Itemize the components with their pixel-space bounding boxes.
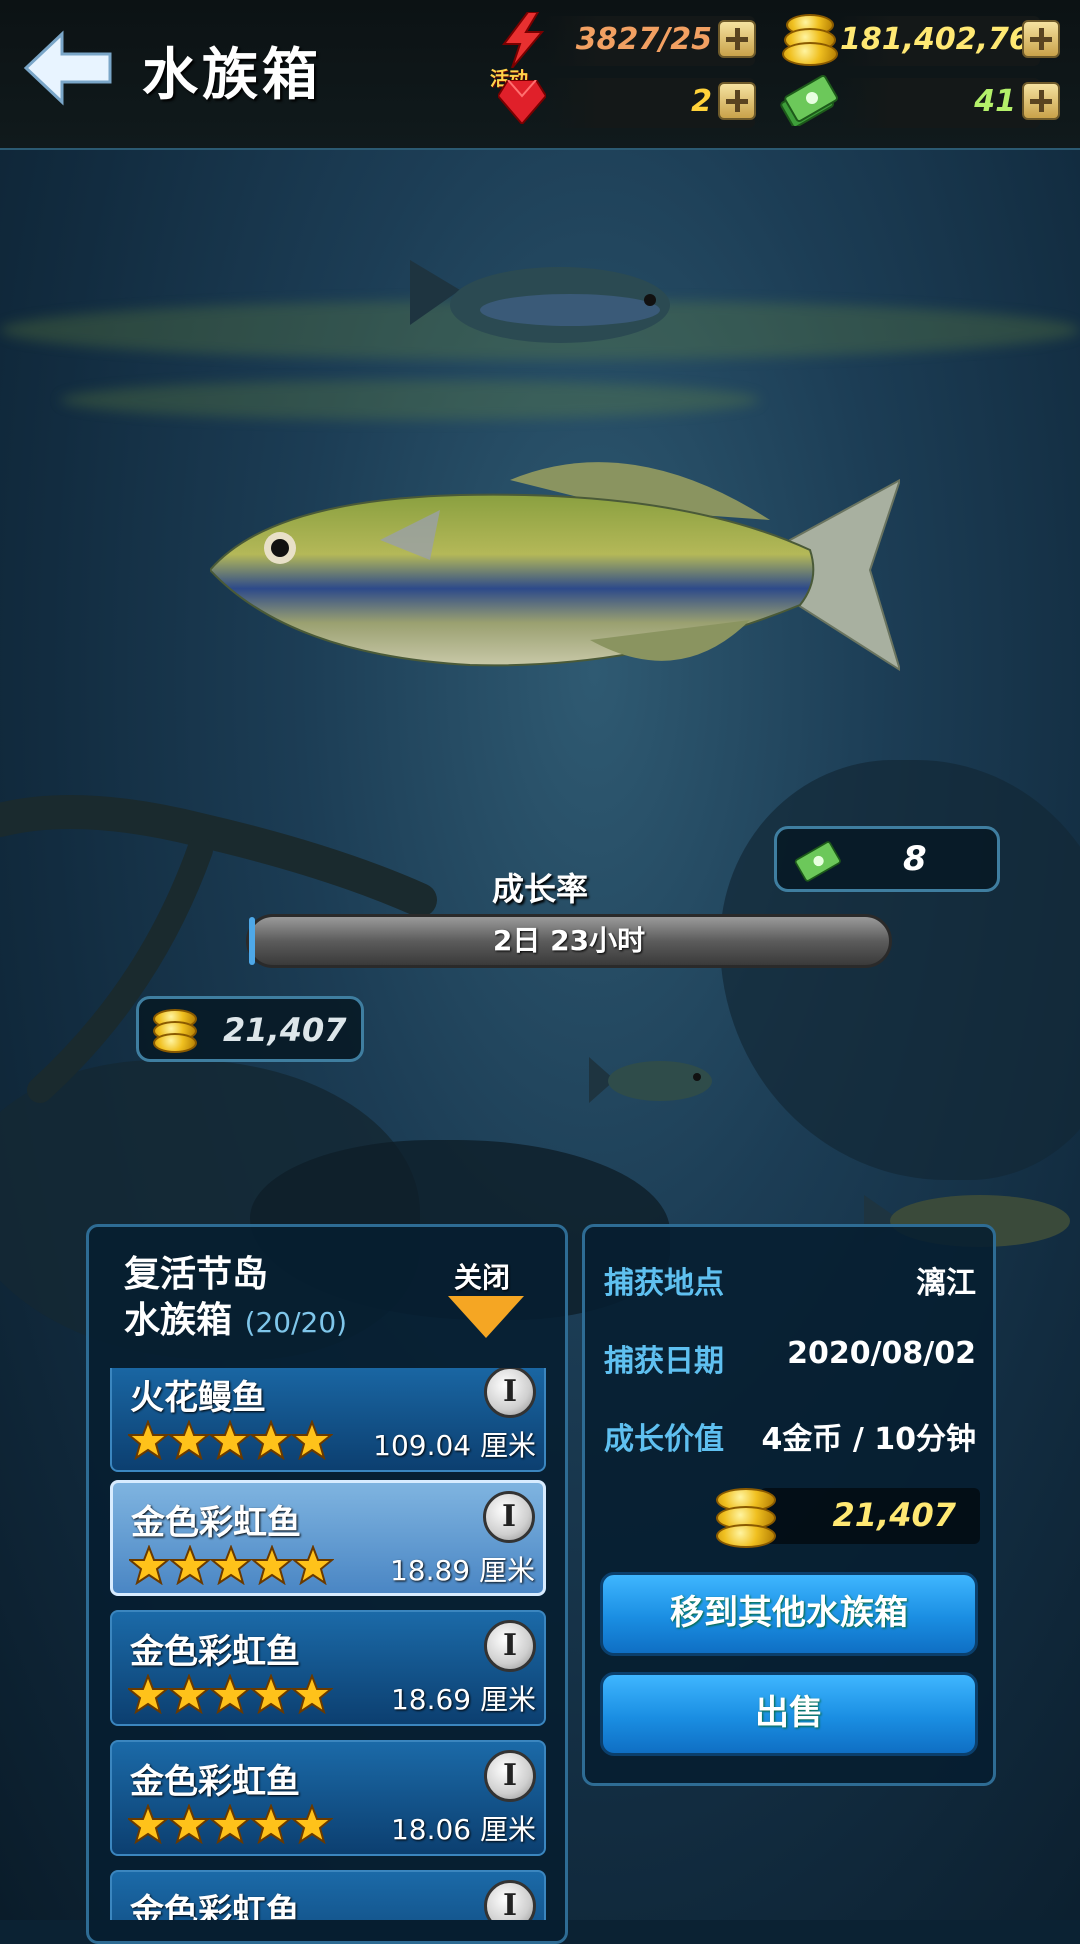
cash-icon — [780, 74, 838, 126]
info-icon[interactable]: I — [483, 1491, 535, 1543]
star-icon — [290, 1674, 333, 1714]
add-energy-button[interactable] — [718, 20, 756, 58]
star-icon — [167, 1674, 211, 1714]
background-fish — [410, 260, 670, 343]
eel-silhouette — [0, 795, 437, 1103]
star-icon — [128, 1674, 170, 1714]
growth-time-remaining: 2日 23小时 — [492, 924, 646, 957]
star-icon — [209, 1545, 253, 1585]
star-icon — [167, 1804, 211, 1844]
fish-name: 金色彩虹鱼 — [130, 1632, 300, 1672]
top-bar: 水族箱 3827/25 活动 2 181,402,762 41 — [0, 0, 1080, 150]
growth-progress-bar: 2日 23小时 — [246, 914, 892, 968]
page-title: 水族箱 — [142, 43, 322, 108]
energy-value: 3827/25 — [575, 22, 712, 57]
star-icon — [128, 1804, 170, 1844]
fish-list-item[interactable]: 金色彩虹鱼 18.69 厘米 I — [110, 1610, 546, 1726]
coin-stack-icon — [153, 1033, 197, 1053]
add-cash-button[interactable] — [1022, 82, 1060, 120]
star-rating — [129, 1545, 334, 1585]
fish-size: 18.89 厘米 — [389, 1554, 535, 1587]
fish-list-item[interactable]: 火花鳗鱼 109.04 厘米 I — [110, 1368, 546, 1472]
fish-name: 火花鳗鱼 — [130, 1378, 266, 1418]
coin-reward-value: 21,407 — [223, 1011, 347, 1049]
star-icon — [249, 1804, 293, 1844]
gems-value: 2 — [691, 84, 712, 119]
fish-name: 金色彩虹鱼 — [130, 1762, 300, 1802]
tank-fish-count: (20/20) — [244, 1306, 348, 1339]
catch-location-value: 漓江 — [916, 1266, 976, 1301]
star-icon — [167, 1420, 211, 1460]
coin-stack-icon — [716, 1524, 776, 1548]
coin-stack-icon — [782, 42, 838, 66]
star-icon — [250, 1545, 294, 1585]
fish-coin-value: 21,407 — [832, 1496, 956, 1534]
star-icon — [168, 1545, 212, 1585]
cash-value: 41 — [974, 84, 1016, 119]
add-coins-button[interactable] — [1022, 20, 1060, 58]
star-icon — [208, 1420, 252, 1460]
tank-name: 复活节岛 水族箱 (20/20) — [124, 1252, 347, 1346]
fish-size: 18.06 厘米 — [390, 1813, 536, 1846]
growth-value-label: 成长价值 — [604, 1422, 724, 1457]
star-rating — [128, 1804, 333, 1844]
close-arrow-icon[interactable] — [448, 1296, 524, 1338]
fish-value-box: 21,407 — [760, 1488, 980, 1544]
growth-rate-title: 成长率 — [491, 870, 588, 908]
fish-name: 金色彩虹鱼 — [131, 1503, 301, 1543]
fish-list[interactable]: 火花鳗鱼 109.04 厘米 I 金色彩虹鱼 18.89 厘米 I 金色彩虹鱼 18.69 厘… — [108, 1368, 550, 1920]
star-icon — [128, 1420, 170, 1460]
growth-value-text: 4金币 / 10分钟 — [761, 1422, 976, 1457]
fish-list-item[interactable]: 金色彩虹鱼 18.89 厘米 I — [110, 1480, 546, 1596]
star-icon — [208, 1674, 252, 1714]
coin-reward-bubble: 21,407 — [136, 996, 364, 1062]
background-fish — [589, 1057, 712, 1103]
star-icon — [291, 1545, 334, 1585]
star-rating — [128, 1674, 333, 1714]
tank-name-line1: 复活节岛 — [124, 1254, 269, 1295]
star-icon — [208, 1804, 252, 1844]
rock-decoration — [720, 760, 1080, 1180]
fish-list-item[interactable]: 金色彩虹鱼 18.06 厘米 I — [110, 1740, 546, 1856]
star-icon — [249, 1674, 293, 1714]
star-icon — [129, 1545, 171, 1585]
star-rating — [128, 1420, 333, 1460]
star-icon — [290, 1420, 333, 1460]
info-icon[interactable]: I — [484, 1880, 536, 1920]
coins-value: 181,402,762 — [840, 22, 1051, 57]
rainbowfish-model[interactable] — [210, 440, 900, 700]
lightning-icon — [502, 12, 545, 68]
catch-date-label: 捕获日期 — [604, 1344, 724, 1379]
close-button-label[interactable]: 关闭 — [454, 1256, 510, 1296]
seaweed-decoration — [60, 380, 760, 420]
add-gems-button[interactable] — [718, 82, 756, 120]
fish-list-item[interactable]: 金色彩虹鱼 I — [110, 1870, 546, 1920]
catch-date-value: 2020/08/02 — [787, 1336, 976, 1371]
star-icon — [290, 1804, 333, 1844]
fish-size: 18.69 厘米 — [390, 1683, 536, 1716]
fish-size: 109.04 厘米 — [373, 1429, 536, 1462]
back-arrow-icon[interactable] — [22, 28, 114, 108]
tank-name-line2: 水族箱 — [124, 1300, 233, 1341]
move-to-other-tank-button[interactable]: 移到其他水族箱 — [600, 1572, 978, 1656]
fish-name: 金色彩虹鱼 — [130, 1892, 300, 1920]
sell-button[interactable]: 出售 — [600, 1672, 978, 1756]
star-icon — [249, 1420, 293, 1460]
catch-location-label: 捕获地点 — [604, 1266, 724, 1301]
info-icon[interactable]: I — [484, 1620, 536, 1672]
info-icon[interactable]: I — [484, 1750, 536, 1802]
info-icon[interactable]: I — [484, 1368, 536, 1418]
event-gem-icon[interactable] — [498, 80, 546, 124]
